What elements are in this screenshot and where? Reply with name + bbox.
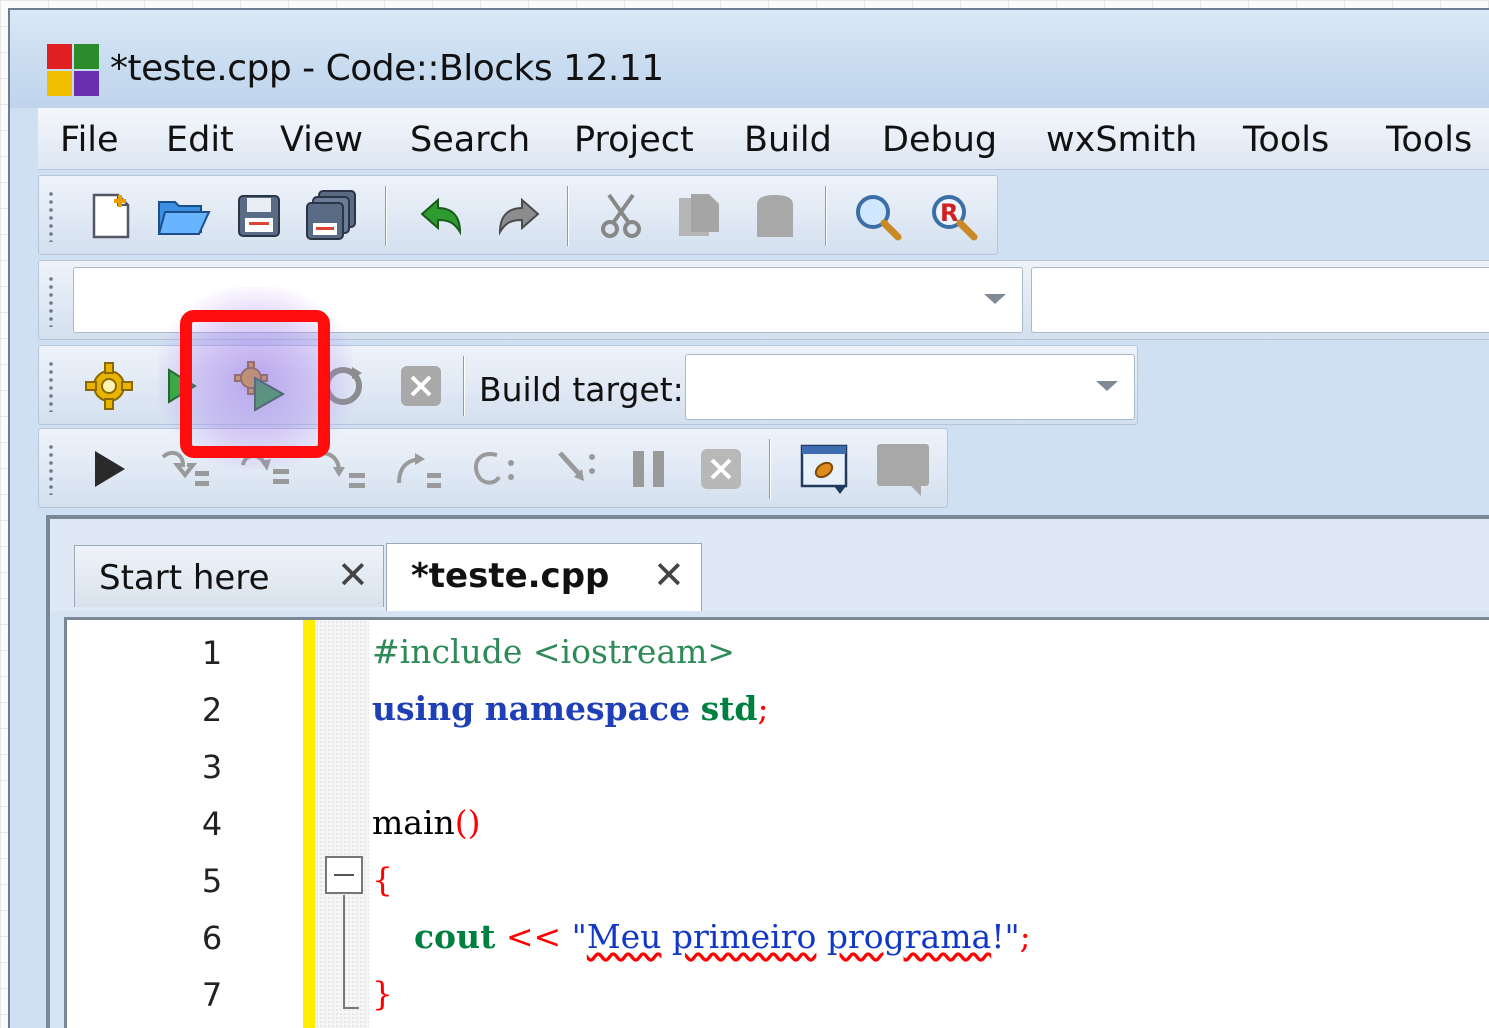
- code-line-7: }: [372, 974, 393, 1013]
- code-line-4: main(): [372, 803, 481, 842]
- keyword: using: [372, 689, 475, 728]
- function-dropdown[interactable]: [1031, 267, 1489, 333]
- find-icon[interactable]: [847, 186, 907, 246]
- debug-continue-icon[interactable]: [79, 439, 139, 499]
- string-word: Meu: [586, 917, 662, 956]
- chevron-down-icon: [984, 294, 1006, 304]
- codeblocks-app-icon: [47, 44, 99, 96]
- close-icon[interactable]: ✕: [337, 553, 369, 597]
- cut-icon[interactable]: [591, 186, 651, 246]
- preprocessor-directive: #include <iostream>: [372, 632, 736, 671]
- menu-tools-plus[interactable]: Tools: [1386, 118, 1472, 162]
- operator: ;: [757, 689, 769, 728]
- undo-icon[interactable]: [411, 186, 471, 246]
- operator: ;: [1019, 917, 1031, 956]
- editor-tab-bar: Start here ✕ *teste.cpp ✕: [50, 519, 1489, 611]
- menu-search[interactable]: Search: [410, 118, 530, 162]
- save-all-icon[interactable]: [301, 186, 361, 246]
- various-info-icon[interactable]: [873, 439, 933, 499]
- string-quote: ": [571, 917, 587, 956]
- line-number: 4: [201, 805, 223, 843]
- tab-label: *teste.cpp: [411, 556, 610, 596]
- build-gear-icon[interactable]: [79, 356, 139, 416]
- svg-text:R: R: [940, 199, 958, 227]
- main-toolbar: R: [38, 175, 998, 255]
- menu-bar: File Edit View Search Project Build Debu…: [38, 108, 1489, 170]
- close-icon[interactable]: ✕: [653, 553, 685, 597]
- redo-icon[interactable]: [489, 186, 549, 246]
- string-word: primeiro: [671, 917, 817, 956]
- step-out-icon[interactable]: [387, 439, 447, 499]
- string-tail: !": [991, 917, 1020, 956]
- step-into-instruction-icon[interactable]: [545, 439, 605, 499]
- identifier: cout: [413, 917, 496, 956]
- menu-build[interactable]: Build: [744, 118, 832, 162]
- copy-icon[interactable]: [669, 186, 729, 246]
- menu-project[interactable]: Project: [574, 118, 694, 162]
- line-number: 7: [201, 976, 223, 1014]
- line-number: 2: [201, 691, 223, 729]
- abort-icon[interactable]: [391, 356, 451, 416]
- debugging-windows-icon[interactable]: [795, 439, 855, 499]
- fold-guide-end: [343, 1007, 359, 1009]
- open-folder-icon[interactable]: [153, 186, 213, 246]
- identifier: std: [700, 689, 758, 728]
- fold-toggle-icon[interactable]: [325, 856, 363, 894]
- highlight-box: [180, 310, 330, 458]
- build-target-dropdown[interactable]: [685, 354, 1135, 420]
- code-editor[interactable]: 1 2 3 4 5 6 7 #include <iostream> using …: [64, 617, 1489, 1028]
- line-number: 6: [201, 919, 223, 957]
- tab-label: Start here: [99, 558, 270, 598]
- chevron-down-icon: [1096, 381, 1118, 391]
- line-number-gutter: 1 2 3 4 5 6 7: [67, 620, 303, 1028]
- menu-edit[interactable]: Edit: [166, 118, 234, 162]
- menu-file[interactable]: File: [60, 118, 119, 162]
- menu-tools[interactable]: Tools: [1243, 118, 1329, 162]
- toolbar-separator: [825, 186, 827, 246]
- menu-wxsmith[interactable]: wxSmith: [1046, 118, 1197, 162]
- new-file-icon[interactable]: [81, 186, 141, 246]
- menu-view[interactable]: View: [280, 118, 363, 162]
- code-line-2: using namespace std;: [372, 689, 769, 728]
- pause-icon[interactable]: [619, 439, 679, 499]
- operator: <<: [505, 917, 562, 956]
- line-number: 3: [201, 748, 223, 786]
- toolbar-grip[interactable]: [47, 443, 55, 495]
- changed-lines-marker: [303, 620, 315, 1028]
- fold-margin: [315, 620, 369, 1028]
- code-line-1: #include <iostream>: [372, 632, 735, 671]
- line-number: 1: [201, 634, 223, 672]
- code-line-6: cout << "Meu primeiro programa!";: [372, 917, 1031, 956]
- fold-guide: [343, 895, 345, 1007]
- toolbar-grip[interactable]: [47, 275, 55, 327]
- tab-teste-cpp[interactable]: *teste.cpp ✕: [386, 543, 702, 611]
- line-number: 5: [201, 862, 223, 900]
- code-line-5: {: [372, 860, 393, 899]
- editor-frame: Start here ✕ *teste.cpp ✕ 1 2 3 4 5 6 7: [46, 515, 1489, 1028]
- next-instruction-icon[interactable]: [465, 439, 525, 499]
- stop-debugger-icon[interactable]: [691, 439, 751, 499]
- paste-icon[interactable]: [745, 186, 805, 246]
- build-target-label: Build target:: [479, 370, 684, 409]
- title-bar[interactable]: *teste.cpp - Code::Blocks 12.11: [10, 10, 1489, 108]
- operator: (): [454, 803, 481, 842]
- codeblocks-window: *teste.cpp - Code::Blocks 12.11 File Edi…: [8, 8, 1489, 1028]
- window-title: *teste.cpp - Code::Blocks 12.11: [110, 48, 664, 89]
- string-word: programa: [826, 917, 992, 956]
- tab-start-here[interactable]: Start here ✕: [74, 545, 384, 607]
- function-name: main: [372, 803, 455, 842]
- save-icon[interactable]: [229, 186, 289, 246]
- keyword: namespace: [484, 689, 691, 728]
- replace-icon[interactable]: R: [923, 186, 983, 246]
- toolbar-separator: [385, 186, 387, 246]
- menu-debug[interactable]: Debug: [882, 118, 997, 162]
- toolbar-grip[interactable]: [47, 190, 55, 242]
- toolbar-grip[interactable]: [47, 360, 55, 412]
- toolbar-separator: [567, 186, 569, 246]
- toolbar-separator: [769, 439, 771, 499]
- toolbar-separator: [463, 356, 465, 416]
